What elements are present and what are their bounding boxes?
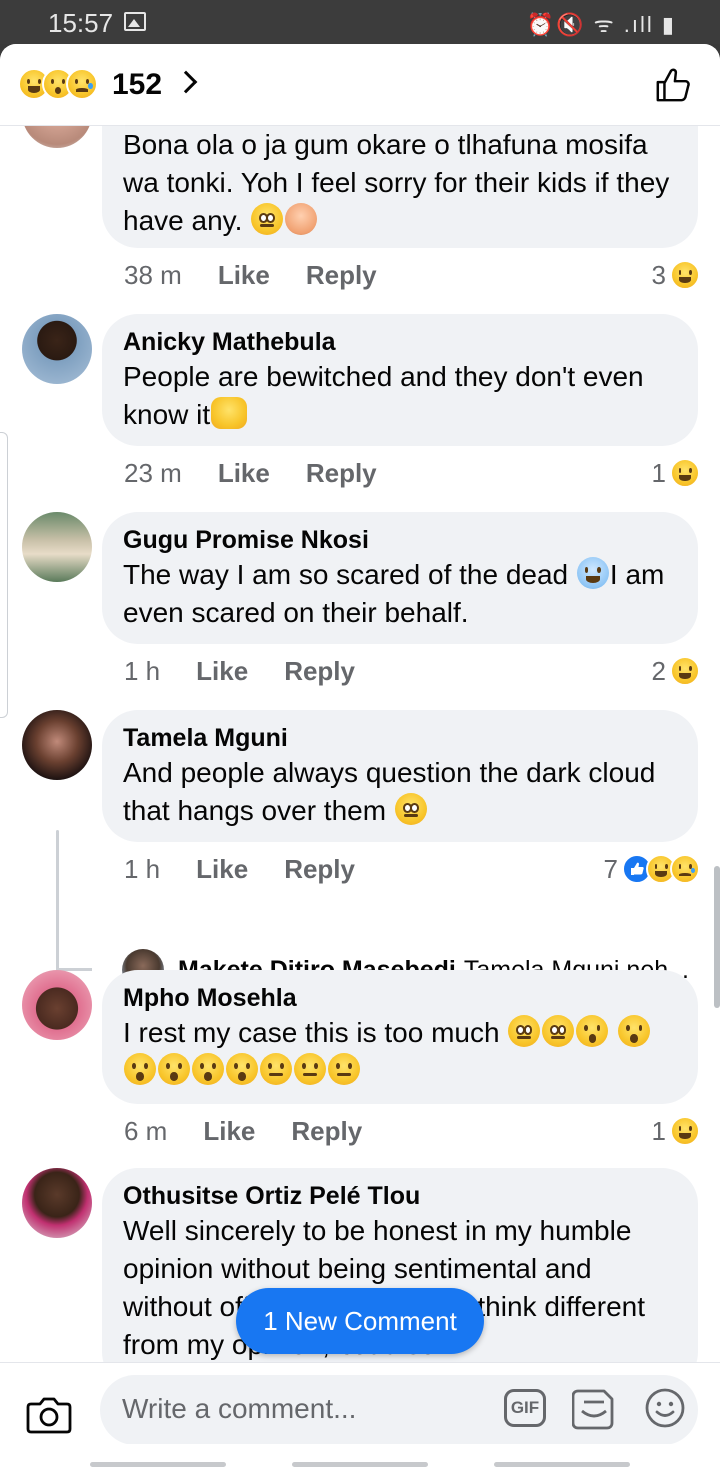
comment-meta: 1 h Like Reply (124, 654, 391, 688)
thread-line (56, 830, 59, 970)
comment-text: And people always question the dark clou… (123, 757, 656, 826)
reaction-number: 2 (651, 655, 666, 686)
reply-button[interactable]: Reply (291, 1116, 362, 1147)
haha-reaction-icon (670, 1116, 700, 1146)
avatar[interactable] (22, 1168, 92, 1238)
reaction-number: 1 (651, 1115, 666, 1146)
comment-author[interactable]: Othusitse Ortiz Pelé Tlou (123, 1180, 676, 1212)
cold-face-emoji-icon (576, 557, 609, 589)
edge-handle (0, 432, 8, 718)
like-button[interactable]: Like (203, 1116, 255, 1147)
reaction-summary[interactable] (18, 66, 98, 102)
pensive-emoji-icon (260, 1053, 292, 1085)
comment-reactions[interactable]: 1 (652, 456, 700, 490)
nav-indicator (494, 1462, 630, 1467)
reaction-number: 1 (651, 457, 666, 488)
comment-bubble[interactable]: Anicky Mathebula People are bewitched an… (102, 314, 698, 446)
sad-reaction-icon (66, 68, 98, 100)
comment-text: People are bewitched and they don't even… (123, 361, 644, 430)
comment-meta: 23 m Like Reply (124, 456, 413, 490)
haha-reaction-icon (670, 260, 700, 290)
sad-reaction-icon (670, 854, 700, 884)
nav-indicator (90, 1462, 226, 1467)
comment-bubble[interactable]: Mpho Mosehla I rest my case this is too … (102, 970, 698, 1104)
flushed-emoji-icon (124, 1053, 156, 1085)
status-time: 15:57 (48, 8, 114, 38)
comment-time: 6 m (124, 1115, 168, 1146)
status-bar: 15:57 ⏰🔇 ᯤ .ıll ▮ (0, 0, 720, 44)
comment-author[interactable]: Tamela Mguni (123, 722, 676, 754)
avatar[interactable] (22, 970, 92, 1040)
facepalm-emoji-icon (285, 203, 318, 235)
emoji-icon[interactable] (644, 1387, 686, 1429)
gallery-icon (124, 12, 146, 31)
reactions-header[interactable]: 152 (0, 44, 720, 126)
comment-time: 38 m (124, 259, 182, 290)
comment-text: The way I am so scared of the dead I am … (123, 557, 665, 628)
flushed-emoji-icon (192, 1053, 224, 1085)
comment-author[interactable]: Mpho Mosehla (123, 982, 676, 1014)
comment-bubble[interactable]: Tamela Mguni And people always question … (102, 710, 698, 842)
pensive-emoji-icon (328, 1053, 360, 1085)
raising-hands-emoji-icon (211, 397, 248, 429)
comment-meta: 38 m Like Reply (124, 258, 413, 292)
scrollbar[interactable] (714, 866, 720, 1008)
like-button[interactable]: Like (218, 260, 270, 291)
comment-author[interactable]: Gugu Promise Nkosi (123, 524, 676, 556)
reaction-count[interactable]: 152 (112, 68, 162, 102)
eye-roll-emoji-icon (508, 1015, 541, 1047)
like-thumb-icon[interactable] (654, 66, 692, 104)
flushed-emoji-icon (576, 1015, 609, 1047)
haha-reaction-icon (670, 656, 700, 686)
nav-bar (0, 1444, 720, 1480)
reply-button[interactable]: Reply (284, 656, 355, 687)
avatar[interactable] (22, 710, 92, 780)
haha-reaction-icon (670, 458, 700, 488)
reply-button[interactable]: Reply (306, 458, 377, 489)
like-button[interactable]: Like (218, 458, 270, 489)
comment-bubble[interactable]: Othusitse Ortiz Pelé Tlou Well sincerely… (102, 1168, 698, 1388)
comment-text: I rest my case this is too much (123, 1014, 676, 1090)
comment-reactions[interactable]: 7 (604, 852, 700, 886)
eye-roll-emoji-icon (251, 203, 284, 235)
comment-reactions[interactable]: 3 (652, 258, 700, 292)
gif-icon[interactable]: GIF (504, 1389, 546, 1427)
comment-bubble[interactable]: Gugu Promise Nkosi The way I am so scare… (102, 512, 698, 644)
comment-time: 1 h (124, 655, 161, 686)
comments-sheet: 152 Bona ola o ja gum okare o tlhafuna m… (0, 44, 720, 1480)
eye-roll-emoji-icon (394, 793, 427, 825)
avatar[interactable] (22, 512, 92, 582)
sticker-icon[interactable] (572, 1385, 616, 1431)
like-button[interactable]: Like (196, 656, 248, 687)
new-comment-button[interactable]: 1 New Comment (236, 1288, 484, 1354)
comment-meta: 1 h Like Reply (124, 852, 391, 886)
comment-text: Bona ola o ja gum okare o tlhafuna mosif… (123, 129, 670, 236)
nav-indicator (292, 1462, 428, 1467)
system-icons: ⏰🔇 ᯤ .ıll ▮ (526, 12, 676, 37)
flushed-emoji-icon (618, 1015, 651, 1047)
like-button[interactable]: Like (196, 854, 248, 885)
reply-button[interactable]: Reply (284, 854, 355, 885)
avatar[interactable] (22, 314, 92, 384)
comment-composer: Write a comment... GIF (0, 1362, 720, 1480)
comment-author[interactable]: Anicky Mathebula (123, 326, 676, 358)
flushed-emoji-icon (226, 1053, 258, 1085)
comment-reactions[interactable]: 1 (652, 1114, 700, 1148)
comment-time: 1 h (124, 853, 161, 884)
comment-meta: 6 m Like Reply (124, 1114, 398, 1148)
comment-bubble[interactable]: Bona ola o ja gum okare o tlhafuna mosif… (102, 114, 698, 248)
comment-input[interactable]: Write a comment... GIF (100, 1375, 698, 1445)
eye-roll-emoji-icon (542, 1015, 575, 1047)
comment-placeholder: Write a comment... (122, 1393, 357, 1424)
reaction-number: 7 (603, 853, 618, 884)
camera-icon[interactable] (26, 1391, 72, 1437)
flushed-emoji-icon (158, 1053, 190, 1085)
chevron-right-icon[interactable] (174, 70, 198, 94)
reply-button[interactable]: Reply (306, 260, 377, 291)
pensive-emoji-icon (294, 1053, 326, 1085)
comment-time: 23 m (124, 457, 182, 488)
reaction-number: 3 (651, 259, 666, 290)
comment-reactions[interactable]: 2 (652, 654, 700, 688)
